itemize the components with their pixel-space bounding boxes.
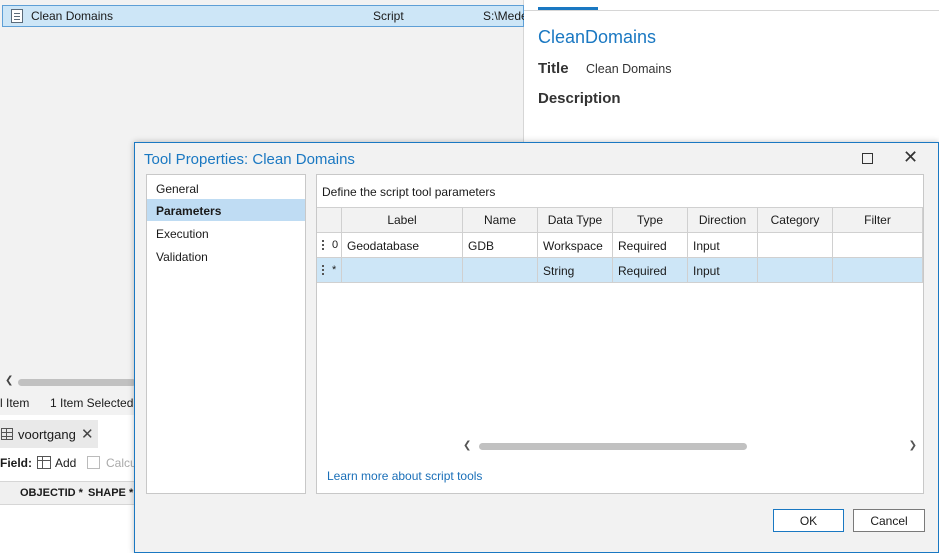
scrollbar-thumb[interactable] (479, 443, 747, 450)
dialog-nav: General Parameters Execution Validation (146, 174, 306, 494)
column-header-handle (317, 208, 342, 233)
calculate-field-button: Calcu (106, 456, 136, 470)
row-index: 0 (332, 239, 339, 251)
table-row[interactable]: * String Required Input (317, 258, 923, 283)
cell-direction[interactable]: Input (688, 233, 758, 257)
attribute-table-tab[interactable]: voortgang ✕ (0, 420, 98, 448)
metadata-item-name: CleanDomains (538, 27, 657, 47)
ok-button[interactable]: OK (773, 509, 844, 532)
drag-handle-icon[interactable] (322, 240, 324, 242)
cell-direction[interactable]: Input (688, 258, 758, 282)
row-index: * (332, 264, 337, 276)
table-row[interactable]: 0 Geodatabase GDB Workspace Required Inp… (317, 233, 923, 258)
tool-properties-dialog: Tool Properties: Clean Domains ✕ General… (134, 142, 939, 553)
row-handle[interactable]: 0 (317, 233, 342, 257)
cell-data-type[interactable]: String (538, 258, 613, 282)
catalog-item-path: S:\Mede (483, 9, 525, 23)
column-header-name[interactable]: Name (463, 208, 538, 233)
active-tab-indicator (538, 7, 598, 10)
cell-filter[interactable] (833, 258, 923, 282)
scroll-left-icon[interactable]: ❮ (5, 375, 13, 386)
catalog-item-name: Clean Domains (31, 9, 114, 23)
parameters-panel: Define the script tool parameters Label … (316, 174, 924, 494)
column-header-objectid[interactable]: OBJECTID * (20, 487, 83, 499)
column-header-label[interactable]: Label (342, 208, 463, 233)
tab-divider (524, 10, 939, 11)
column-header-type[interactable]: Type (613, 208, 688, 233)
cancel-button[interactable]: Cancel (853, 509, 925, 532)
cell-label[interactable]: Geodatabase (342, 233, 463, 257)
field-toolbar: Field: Add Calcu (0, 452, 136, 476)
selected-count: 1 Item Selected (50, 396, 134, 410)
close-icon[interactable]: ✕ (903, 148, 918, 166)
maximize-icon[interactable] (862, 153, 873, 164)
nav-item-general[interactable]: General (147, 177, 305, 199)
scroll-left-icon[interactable]: ❮ (463, 440, 471, 451)
column-header-data-type[interactable]: Data Type (538, 208, 613, 233)
add-field-button[interactable]: Add (55, 456, 76, 470)
cell-name[interactable]: GDB (463, 233, 538, 257)
cell-data-type[interactable]: Workspace (538, 233, 613, 257)
cell-category[interactable] (758, 258, 833, 282)
catalog-horizontal-scrollbar[interactable]: ❮ (0, 375, 136, 389)
cell-type[interactable]: Required (613, 258, 688, 282)
scroll-right-icon[interactable]: ❯ (909, 440, 917, 451)
field-label: Field: (0, 456, 32, 470)
cell-category[interactable] (758, 233, 833, 257)
grid-horizontal-scrollbar[interactable]: ❮ ❯ (463, 439, 921, 453)
dialog-title: Tool Properties: Clean Domains (144, 151, 355, 168)
column-header-category[interactable]: Category (758, 208, 833, 233)
panel-heading: Define the script tool parameters (322, 185, 496, 199)
learn-more-link[interactable]: Learn more about script tools (327, 469, 482, 483)
metadata-description-label: Description (538, 90, 621, 107)
cell-label[interactable] (342, 258, 463, 282)
metadata-title-label: Title (538, 60, 569, 77)
drag-handle-icon[interactable] (322, 265, 324, 267)
nav-item-parameters[interactable]: Parameters (147, 199, 305, 221)
calculate-field-icon (87, 456, 100, 469)
column-header-filter[interactable]: Filter (833, 208, 923, 233)
nav-item-validation[interactable]: Validation (147, 245, 305, 267)
add-field-icon[interactable] (37, 456, 51, 469)
column-header-shape[interactable]: SHAPE * (88, 487, 133, 499)
table-icon (1, 428, 13, 440)
item-count: l Item (0, 396, 30, 410)
scrollbar-thumb[interactable] (18, 379, 136, 386)
metadata-title-value: Clean Domains (586, 62, 672, 76)
table-tab-label: voortgang (18, 427, 76, 442)
attribute-column-headers: OBJECTID * SHAPE * (0, 481, 136, 505)
column-header-direction[interactable]: Direction (688, 208, 758, 233)
close-icon[interactable]: ✕ (81, 425, 94, 443)
catalog-item-type: Script (373, 9, 404, 23)
cell-type[interactable]: Required (613, 233, 688, 257)
catalog-item-row[interactable]: Clean Domains Script S:\Mede (2, 5, 525, 27)
cell-name[interactable] (463, 258, 538, 282)
parameters-grid: Label Name Data Type Type Direction Cate… (317, 207, 923, 449)
nav-item-execution[interactable]: Execution (147, 222, 305, 244)
cell-filter[interactable] (833, 233, 923, 257)
script-icon (11, 9, 23, 23)
row-handle[interactable]: * (317, 258, 342, 282)
